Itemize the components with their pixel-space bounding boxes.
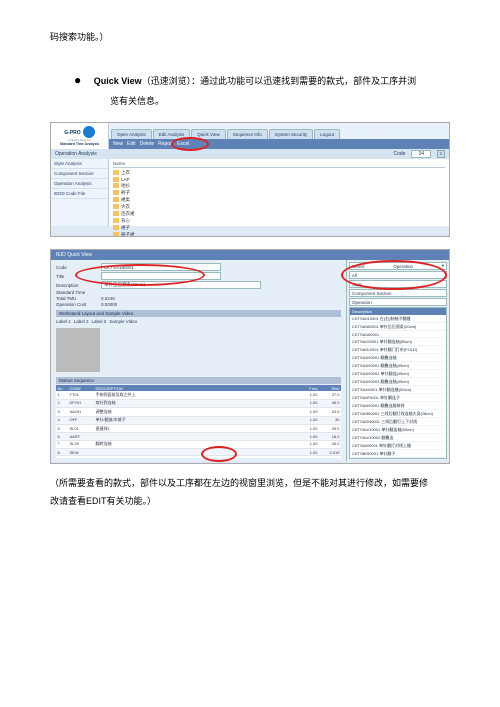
list-item[interactable]: CKTSA4H0002 单针翻连(45cm) [350,370,446,378]
list-item[interactable]: CKTSA0J0001 单针翻连袖(50cm) [350,338,446,346]
list-item[interactable]: CKTSAW0001 单针翻打对线上缝 [350,442,446,450]
motion-table[interactable]: No CODE DESCRIPTION Freq TMU 1FT01手伸到面前及… [56,385,341,458]
folder-item[interactable]: 大衣 [113,203,445,210]
table-row[interactable]: 2DFGH穿针到连袖1.0045.0 [56,400,341,408]
footnote-line1: （所需要查看的款式，部件以及工序都在左边的视窗里浏览，但是不能对其进行修改，如需… [50,474,450,492]
nav-item[interactable]: Style Analysis [51,159,108,169]
list-item[interactable]: CKTSA4H0001 翻叠连袖 [350,354,446,362]
list-item[interactable]: CKTSAUG0002 翻叠连 [350,434,446,442]
list-item[interactable]: CKTSAUG0001 单针翻连袖(50cm) [350,426,446,434]
list-item[interactable]: CKTSA4H0003 翻叠连袖(45cm) [350,378,446,386]
table-row[interactable]: 4OFF单针/翻放/车裁子1.0030 [56,417,341,425]
folder-tree[interactable]: Name 上衣LAP地衫裤子裙类大衣连衣裙背心裙子裤子裙帽子MMA衣 [109,159,449,226]
annotation-circle-bottom [201,446,237,462]
toolbar-button[interactable]: Delete [140,141,154,147]
table-row[interactable]: 9HGGH1.0020 [56,456,341,458]
window-title: IEID Quick View [51,250,449,260]
nav-item[interactable]: Operation Analysis [51,179,108,189]
operation-bar: Operation Analysis Code 34 ⌕ [51,149,449,159]
select-option[interactable]: Component Section [349,289,447,297]
bullet-continuation: 览有关信息。 [110,92,450,110]
list-item[interactable]: CKTSA0L0001 单针翻门打杂(FOLD) [350,346,446,354]
table-row[interactable]: 1FT01手伸到面前及取之件上1.0027.0 [56,391,341,399]
bullet-line: ● Quick View（迅速浏览）：通过此功能可以迅速找到需要的款式，部件及工… [74,68,450,92]
list-item[interactable]: CKTSA9N0001 三线后翻打线连袖大身(28cm) [350,410,446,418]
list-item[interactable]: CKTSA0A0001 [350,331,446,338]
folder-item[interactable]: 裙类 [113,196,445,203]
folder-item[interactable]: 连衣裙 [113,210,445,217]
toolbar-button[interactable]: New [113,141,123,147]
main-tab[interactable]: Open Analysis [111,129,152,139]
list-item[interactable]: CKTSBIR0001 单针翻子 [350,450,446,458]
media-tab[interactable]: Sample Video [109,319,137,324]
toolbar-button[interactable]: Edit [127,141,136,147]
media-tabs[interactable]: Label 1Label 2Label 3Sample Video [56,318,341,325]
section-layout: Workstand Layout and Sample Video [56,310,341,317]
list-item[interactable]: CKTSA4H0001 翻叠连袖(45cm) [350,362,446,370]
annotation-circle-fields [75,264,205,286]
table-row[interactable]: 8SEW1.000.015 [56,449,341,456]
folder-item[interactable]: 裙子 [113,224,445,231]
left-nav[interactable]: Style AnalysisComponent SectionOperation… [51,159,109,226]
media-tab[interactable]: Label 2 [74,319,89,324]
bullet-rest: ：通过此功能可以迅速找到需要的款式，部件及工序并浏 [191,76,416,86]
main-tabs: Open AnalysisEdit AnalysisQuick ViewSequ… [109,125,449,139]
operation-list[interactable]: Description CKTSA010001 左(右)制袖子翻缝CKTSA08… [349,307,447,459]
table-row[interactable]: 6AART1.0018.0 [56,433,341,440]
main-tab[interactable]: Sequence Info [227,129,268,139]
folder-item[interactable]: 裤子 [113,189,445,196]
sample-image [56,328,100,372]
quick-view-bold: Quick View [94,76,142,86]
table-row[interactable]: 7SL09翻转连袖1.0040.0 [56,441,341,449]
code-field[interactable]: 34 [411,150,431,158]
list-item[interactable]: CKTSA4I0001 单针翻连缝(50cm) [350,386,446,394]
main-tab[interactable]: System Security [269,129,314,139]
nav-item[interactable]: IEDD Code File [51,189,108,199]
folder-item[interactable]: 背心 [113,217,445,224]
bullet-dot: ● [74,73,81,87]
footnote-line2: 改请查看EDIT有关功能。） [50,492,450,510]
section-motion: Motion Sequence [56,377,341,384]
annotation-circle-quickview [171,137,209,151]
app-logo: G-PRO Industry-King Co Standard Time Ana… [51,123,109,149]
annotation-circle-select [341,260,447,290]
list-item[interactable]: CKTSA6H0001 翻叠连服装线 [350,402,446,410]
main-tab[interactable]: Logout [314,129,340,139]
list-item[interactable]: CKTSB9W0001 单子翻连/翻松 [350,458,446,459]
list-item[interactable]: CKTSA6F0001 单针翻连子 [350,394,446,402]
quick-view-paren: （迅速浏览） [142,76,192,86]
intro-line: 码搜索功能。） [50,28,450,46]
right-panel: SelectOperation▾ AllStyleComponent Secti… [346,260,449,461]
table-row[interactable]: 3AAOH调整连袖1.0024.0 [56,408,341,416]
media-tab[interactable]: Label 3 [92,319,107,324]
list-item[interactable]: CKTSADN0001 三线后翻打上下对线 [350,418,446,426]
select-option[interactable]: Operation [349,298,447,306]
screenshot-quick-view: IEID Quick View CodeCKTSA180001 Title De… [50,249,450,464]
folder-item[interactable]: 地衫 [113,182,445,189]
media-tab[interactable]: Label 1 [56,319,71,324]
folder-item[interactable]: 裤子裙 [113,231,445,237]
nav-item[interactable]: Component Section [51,169,108,179]
list-item[interactable]: CKTSA010001 左(右)制袖子翻缝 [350,315,446,323]
screenshot-operation-analysis: G-PRO Industry-King Co Standard Time Ana… [50,122,450,237]
folder-item[interactable]: 上衣 [113,169,445,176]
list-item[interactable]: CKTSA080001 单针后后颈条(20cm) [350,323,446,331]
table-row[interactable]: 5SL01直缝线11.0039.0 [56,425,341,433]
